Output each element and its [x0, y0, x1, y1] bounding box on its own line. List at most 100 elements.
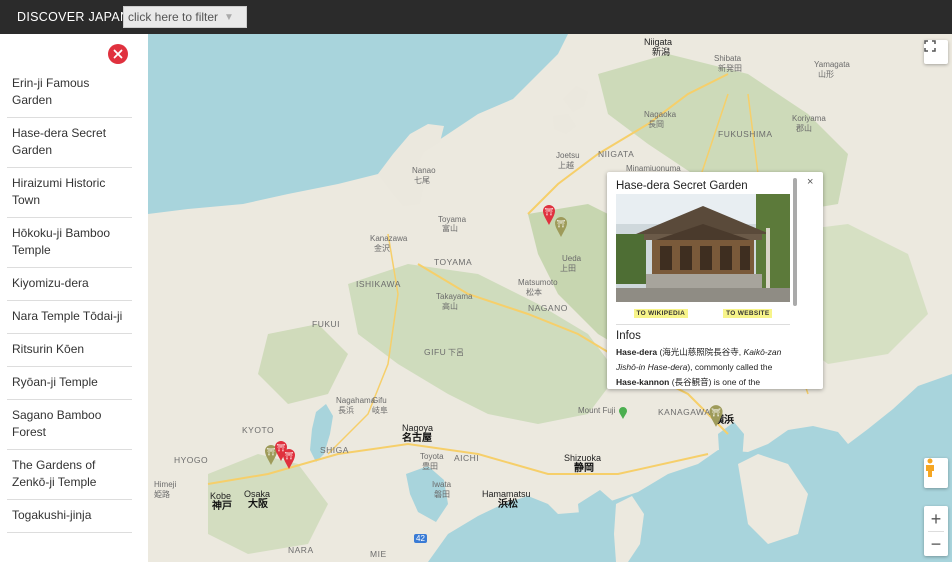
top-bar: DISCOVER JAPAN ▼: [0, 0, 952, 34]
list-item-zenko-ji[interactable]: The Gardens of Zenkō-ji Temple: [7, 450, 132, 500]
map-label: 富山: [442, 224, 458, 233]
info-photo: [616, 194, 790, 302]
sidebar: Erin-ji Famous Garden Hase-dera Secret G…: [0, 34, 148, 562]
close-icon: [113, 49, 123, 59]
map-label: HYOGO: [174, 455, 209, 465]
info-close-button[interactable]: ×: [807, 176, 813, 188]
brand-title: DISCOVER JAPAN: [17, 10, 130, 24]
street-view-button[interactable]: [924, 458, 948, 488]
info-links: TO WIKIPEDIA TO WEBSITE: [616, 309, 790, 318]
list-item-ritsurin[interactable]: Ritsurin Kōen: [7, 334, 132, 367]
garden-marker-icon[interactable]: ⛩: [708, 404, 724, 428]
temple-photo-image: [616, 194, 790, 302]
zoom-in-button[interactable]: +: [931, 507, 942, 531]
wikipedia-link[interactable]: TO WIKIPEDIA: [633, 309, 689, 318]
map-label: 新発田: [718, 64, 742, 73]
map-label: ISHIKAWA: [356, 279, 401, 289]
map-label: 長浜: [338, 406, 354, 415]
map-label: Osaka: [244, 489, 271, 499]
map-label: KYOTO: [242, 425, 275, 435]
zoom-out-button[interactable]: −: [931, 532, 942, 556]
map-label: NIIGATA: [598, 149, 635, 159]
map-label: MIE: [370, 549, 387, 559]
map-label: Kobe: [210, 491, 232, 501]
zoom-control: + −: [924, 506, 948, 556]
list-item-hokoku-ji[interactable]: Hōkoku-ji Bamboo Temple: [7, 218, 132, 268]
pegman-icon: [926, 458, 934, 477]
info-description: Hase-dera (海光山慈照院長谷寺, Kaikō-zan Jishō-in…: [616, 345, 792, 389]
map-label: Gifu: [372, 396, 387, 405]
map-label: 名古屋: [402, 433, 432, 444]
info-window: Hase-dera Secret Garden × TO WIKIPEDIA T…: [607, 172, 823, 389]
desc-text: (海光山慈照院長谷寺,: [657, 347, 744, 357]
map-label: 静岡: [574, 463, 594, 474]
svg-text:⛩: ⛩: [285, 451, 294, 460]
filter-funnel-icon: ▼: [224, 12, 234, 23]
info-heading: Infos: [616, 330, 641, 342]
list-item-sagano[interactable]: Sagano Bamboo Forest: [7, 400, 132, 450]
svg-text:⛩: ⛩: [557, 219, 566, 228]
map-label: 山形: [818, 70, 834, 79]
location-list: Erin-ji Famous Garden Hase-dera Secret G…: [0, 68, 132, 533]
desc-text: ), commonly called the: [687, 362, 773, 372]
fullscreen-button[interactable]: [924, 40, 948, 64]
list-item-erin-ji[interactable]: Erin-ji Famous Garden: [7, 68, 132, 118]
map-label: FUKUSHIMA: [718, 129, 773, 139]
map-label: 磐田: [434, 490, 450, 499]
list-item-hiraizumi[interactable]: Hiraizumi Historic Town: [7, 168, 132, 218]
filter-input[interactable]: [128, 10, 228, 24]
list-item-kiyomizu-dera[interactable]: Kiyomizu-dera: [7, 268, 132, 301]
map-label: GIFU: [424, 347, 447, 357]
map-label: Yamagata: [814, 60, 850, 69]
map-label: 神戸: [212, 501, 232, 512]
map-label: Koriyama: [792, 114, 826, 123]
map-canvas[interactable]: Niigata 新潟 Shibata 新発田 Yamagata 山形 FUKUS…: [148, 34, 952, 562]
temple-marker-icon[interactable]: ⛩: [282, 448, 296, 470]
road-shield: 42: [414, 534, 427, 543]
map-label: Shibata: [714, 54, 742, 63]
map-label: Nagoya: [402, 423, 434, 433]
svg-text:⛩: ⛩: [545, 207, 554, 216]
list-item-togakushi[interactable]: Togakushi-jinja: [7, 500, 132, 533]
sidebar-close-button[interactable]: [108, 44, 128, 64]
map-label: 七尾: [414, 176, 430, 185]
map-label: KANAGAWA: [658, 407, 711, 417]
list-item-hase-dera[interactable]: Hase-dera Secret Garden: [7, 118, 132, 168]
map-label: Niigata: [644, 37, 673, 47]
filter-box[interactable]: ▼: [123, 6, 247, 28]
map-label: 上越: [558, 161, 574, 170]
map-label: Matsumoto: [518, 278, 558, 287]
map-label: Shizuoka: [564, 453, 602, 463]
info-scrollbar[interactable]: [793, 178, 797, 306]
map-label: Joetsu: [556, 151, 580, 160]
map-label: 郡山: [796, 124, 812, 133]
map-label: 上田: [560, 264, 576, 273]
map-label: Himeji: [154, 480, 177, 489]
map-label: 姫路: [154, 490, 170, 499]
map-label: 金沢: [374, 244, 390, 253]
garden-marker-icon[interactable]: ⛩: [554, 216, 568, 238]
map-label: 高山: [442, 302, 458, 311]
map-label: 長岡: [648, 120, 664, 129]
map-label: 大阪: [248, 499, 268, 510]
desc-bold: Hase-dera: [616, 347, 658, 357]
map-label: AICHI: [454, 453, 480, 463]
map-label: Hamamatsu: [482, 489, 531, 499]
fullscreen-icon: [924, 40, 936, 52]
map-label: Nanao: [412, 166, 436, 175]
poi-marker-icon[interactable]: [618, 406, 628, 420]
map-terrain: [148, 34, 952, 562]
map-label: 下呂: [448, 348, 464, 357]
map-label: Iwata: [432, 480, 452, 489]
map-label: Nagahama: [336, 396, 376, 405]
list-item-todai-ji[interactable]: Nara Temple Tōdai-ji: [7, 301, 132, 334]
list-item-ryoan-ji[interactable]: Ryōan-ji Temple: [7, 367, 132, 400]
map-label: FUKUI: [312, 319, 340, 329]
info-title: Hase-dera Secret Garden: [616, 180, 748, 192]
website-link[interactable]: TO WEBSITE: [723, 309, 773, 318]
map-label: 浜松: [498, 499, 518, 510]
map-label: NAGANO: [528, 303, 568, 313]
map-label: Kanazawa: [370, 234, 408, 243]
map-label: Nagaoka: [644, 110, 677, 119]
desc-bold: Hase-kannon: [616, 377, 670, 387]
